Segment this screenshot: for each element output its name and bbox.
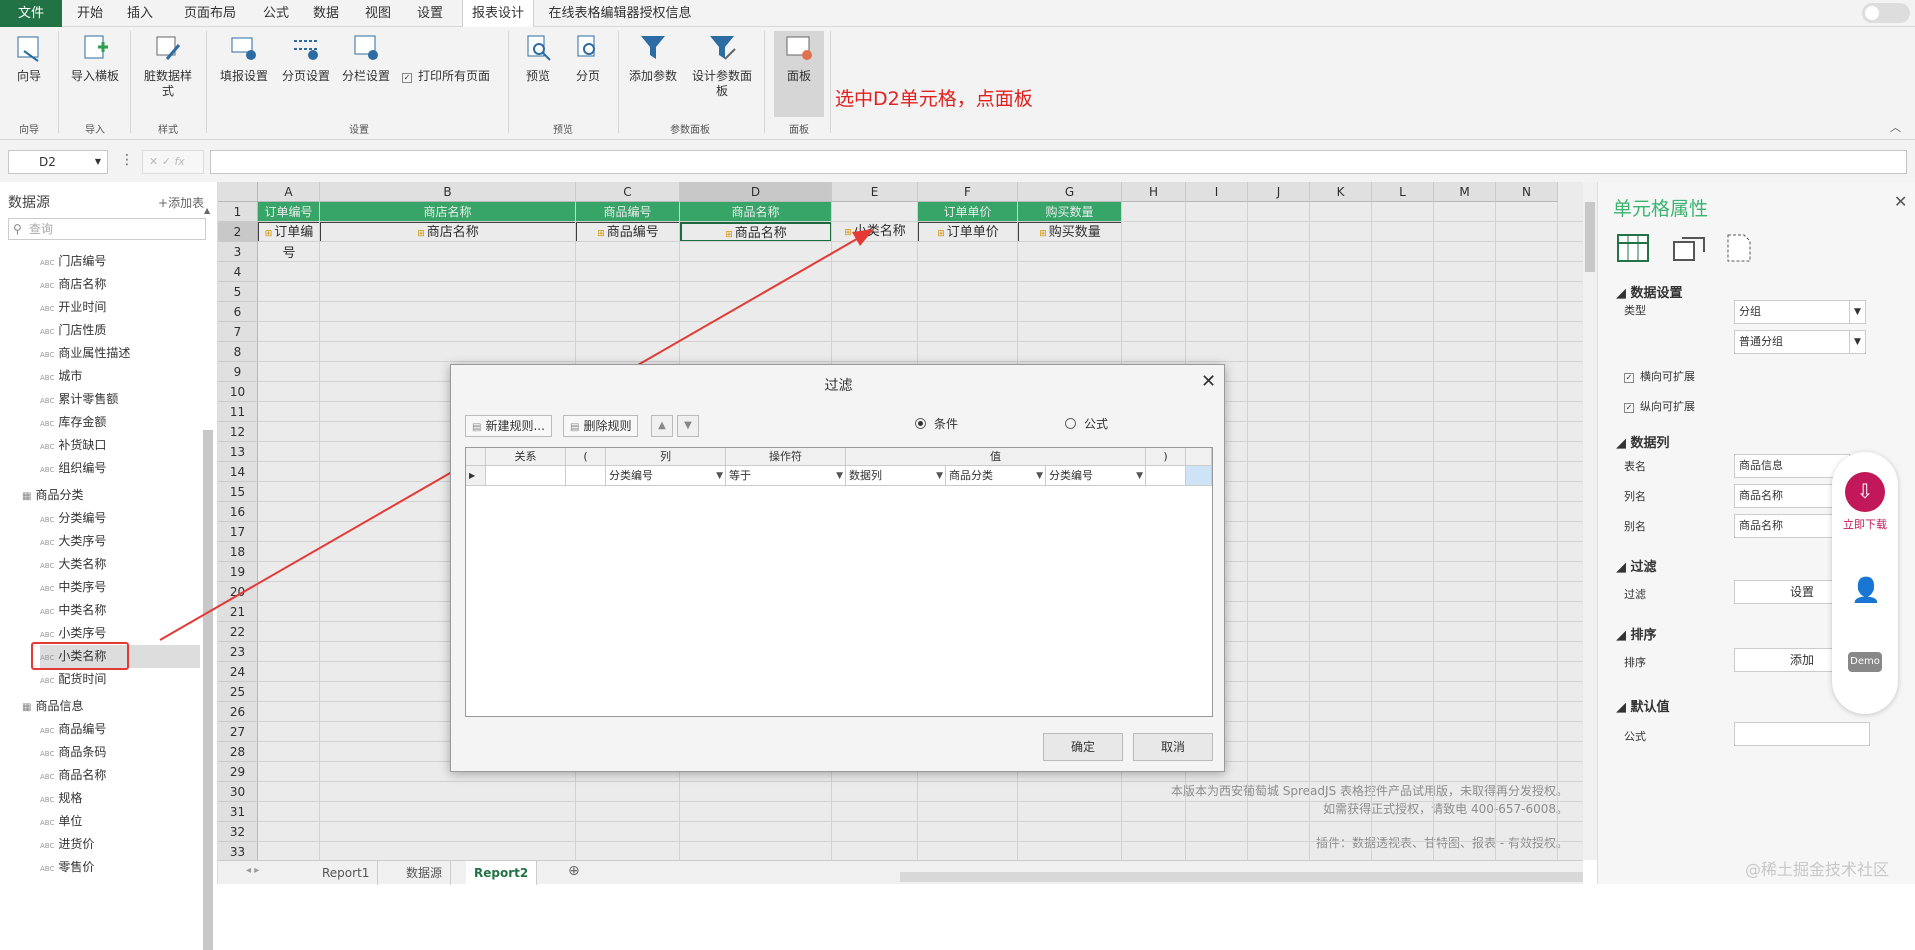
alias-label: 别名 bbox=[1624, 520, 1646, 533]
header-rparen: ) bbox=[1146, 448, 1186, 466]
type-value: 分组 bbox=[1739, 305, 1761, 318]
value-column-select[interactable]: 分类编号 ▼ bbox=[1046, 466, 1146, 486]
column-value: 分类编号 bbox=[609, 469, 653, 482]
type-select[interactable]: 分组 ▼ bbox=[1734, 300, 1866, 324]
delete-rule-icon: ▤ bbox=[570, 422, 580, 433]
value-type-value: 数据列 bbox=[849, 469, 882, 482]
close-icon[interactable]: ✕ bbox=[1201, 371, 1216, 392]
v-expand-checkbox[interactable]: ✓ 纵向可扩展 bbox=[1624, 398, 1695, 414]
check-icon: ✓ bbox=[1624, 373, 1634, 383]
check-icon: ✓ bbox=[1624, 403, 1634, 413]
operator-select[interactable]: 等于 ▼ bbox=[726, 466, 846, 486]
chevron-down-icon: ◢ bbox=[1616, 700, 1626, 715]
alias-value: 商品名称 bbox=[1739, 519, 1783, 532]
chevron-down-icon: ▼ bbox=[1036, 471, 1043, 481]
radio-selected-icon bbox=[915, 418, 926, 429]
grid-corner bbox=[466, 448, 486, 466]
header-lparen: ( bbox=[566, 448, 606, 466]
column-label: 列名 bbox=[1624, 490, 1646, 503]
radio-formula-label: 公式 bbox=[1084, 417, 1109, 431]
column-select[interactable]: 分类编号 ▼ bbox=[606, 466, 726, 486]
chevron-down-icon: ▼ bbox=[936, 471, 943, 481]
column-value: 商品名称 bbox=[1739, 489, 1783, 502]
move-up-icon[interactable]: ▲ bbox=[651, 415, 673, 437]
download-icon[interactable]: ⇩ bbox=[1845, 472, 1885, 512]
properties-tab-icons bbox=[1617, 234, 1751, 262]
chevron-down-icon: ▼ bbox=[716, 471, 723, 481]
sort-label: 排序 bbox=[1624, 656, 1646, 669]
new-rule-label: 新建规则... bbox=[485, 419, 545, 433]
value-table-select[interactable]: 商品分类 ▼ bbox=[946, 466, 1046, 486]
chevron-down-icon: ◢ bbox=[1616, 286, 1626, 301]
group-select[interactable]: 普通分组 ▼ bbox=[1734, 330, 1866, 354]
floating-widget: ⇩ 立即下载 👤 Demo bbox=[1832, 452, 1898, 714]
value-type-select[interactable]: 数据列 ▼ bbox=[846, 466, 946, 486]
table-icon[interactable] bbox=[1617, 234, 1649, 262]
chevron-down-icon: ◢ bbox=[1616, 560, 1626, 575]
default-formula-input[interactable] bbox=[1734, 722, 1870, 746]
value-column-value: 分类编号 bbox=[1049, 469, 1093, 482]
chevron-down-icon: ▼ bbox=[1136, 471, 1143, 481]
new-rule-icon: ▤ bbox=[472, 422, 482, 433]
header-relation: 关系 bbox=[486, 448, 566, 466]
group-value: 普通分组 bbox=[1739, 335, 1783, 348]
credit-watermark: @稀土掘金技术社区 bbox=[1745, 860, 1890, 879]
expand-icon[interactable] bbox=[1673, 237, 1705, 261]
row-pointer-icon: ▶ bbox=[466, 466, 486, 486]
section-data-settings: ◢ 数据设置 bbox=[1616, 282, 1683, 301]
properties-title: 单元格属性 bbox=[1613, 198, 1709, 220]
chevron-down-icon: ▼ bbox=[1849, 331, 1865, 353]
new-rule-button[interactable]: ▤ 新建规则... bbox=[465, 415, 552, 437]
download-label[interactable]: 立即下载 bbox=[1832, 518, 1898, 532]
radio-formula[interactable]: 公式 bbox=[1065, 415, 1108, 432]
data-settings-label: 数据设置 bbox=[1630, 286, 1683, 301]
delete-rule-button[interactable]: ▤ 删除规则 bbox=[563, 415, 639, 437]
table-label: 表名 bbox=[1624, 460, 1646, 473]
delete-rule-label: 删除规则 bbox=[583, 419, 632, 433]
header-operator: 操作符 bbox=[726, 448, 846, 466]
radio-unselected-icon bbox=[1065, 418, 1076, 429]
dialog-title: 过滤 bbox=[824, 378, 853, 394]
section-default-value: ◢ 默认值 bbox=[1616, 696, 1670, 715]
header-extra bbox=[1186, 448, 1212, 466]
data-column-label: 数据列 bbox=[1630, 436, 1670, 451]
v-expand-label: 纵向可扩展 bbox=[1640, 400, 1695, 413]
chevron-down-icon: ◢ bbox=[1616, 628, 1626, 643]
radio-condition[interactable]: 条件 bbox=[915, 415, 958, 432]
header-column: 列 bbox=[606, 448, 726, 466]
h-expand-label: 横向可扩展 bbox=[1640, 370, 1695, 383]
filter-label: 过滤 bbox=[1624, 588, 1646, 601]
section-sort: ◢ 排序 bbox=[1616, 624, 1657, 643]
chevron-down-icon: ◢ bbox=[1616, 436, 1626, 451]
radio-condition-label: 条件 bbox=[934, 417, 959, 431]
arrow-head-main bbox=[852, 229, 874, 246]
close-icon[interactable]: ✕ bbox=[1894, 192, 1907, 211]
cell-relation[interactable] bbox=[486, 466, 566, 486]
sort-section-label: 排序 bbox=[1630, 628, 1657, 643]
user-icon[interactable]: 👤 bbox=[1851, 576, 1881, 604]
filter-section-label: 过滤 bbox=[1630, 560, 1657, 575]
move-down-icon[interactable]: ▼ bbox=[677, 415, 699, 437]
cell-extra[interactable] bbox=[1186, 466, 1212, 486]
filter-rules-grid: 关系 ( 列 操作符 值 ) ▶ 分类编号 ▼ 等于 ▼ 数据列 ▼ 商品分类 ▼ 分类… bbox=[465, 447, 1213, 717]
type-label: 类型 bbox=[1624, 304, 1646, 317]
cell-rparen[interactable] bbox=[1146, 466, 1186, 486]
operator-value: 等于 bbox=[729, 469, 751, 482]
value-table-value: 商品分类 bbox=[949, 469, 993, 482]
demo-button[interactable]: Demo bbox=[1848, 652, 1882, 672]
filter-dialog: 过滤 ✕ ▤ 新建规则... ▤ 删除规则 ▲ ▼ 条件 公式 关系 ( 列 操作符… bbox=[450, 364, 1225, 772]
section-filter: ◢ 过滤 bbox=[1616, 556, 1657, 575]
table-value: 商品信息 bbox=[1739, 459, 1783, 472]
h-expand-checkbox[interactable]: ✓ 横向可扩展 bbox=[1624, 368, 1695, 384]
chevron-down-icon: ▼ bbox=[1849, 301, 1865, 323]
cancel-button[interactable]: 取消 bbox=[1133, 733, 1213, 761]
cell-lparen[interactable] bbox=[566, 466, 606, 486]
default-value-label: 默认值 bbox=[1630, 700, 1670, 715]
section-data-column: ◢ 数据列 bbox=[1616, 432, 1670, 451]
chevron-down-icon: ▼ bbox=[836, 471, 843, 481]
formula-label: 公式 bbox=[1624, 730, 1646, 743]
ok-button[interactable]: 确定 bbox=[1043, 733, 1123, 761]
page-icon[interactable] bbox=[1727, 234, 1751, 262]
header-value: 值 bbox=[846, 448, 1146, 466]
